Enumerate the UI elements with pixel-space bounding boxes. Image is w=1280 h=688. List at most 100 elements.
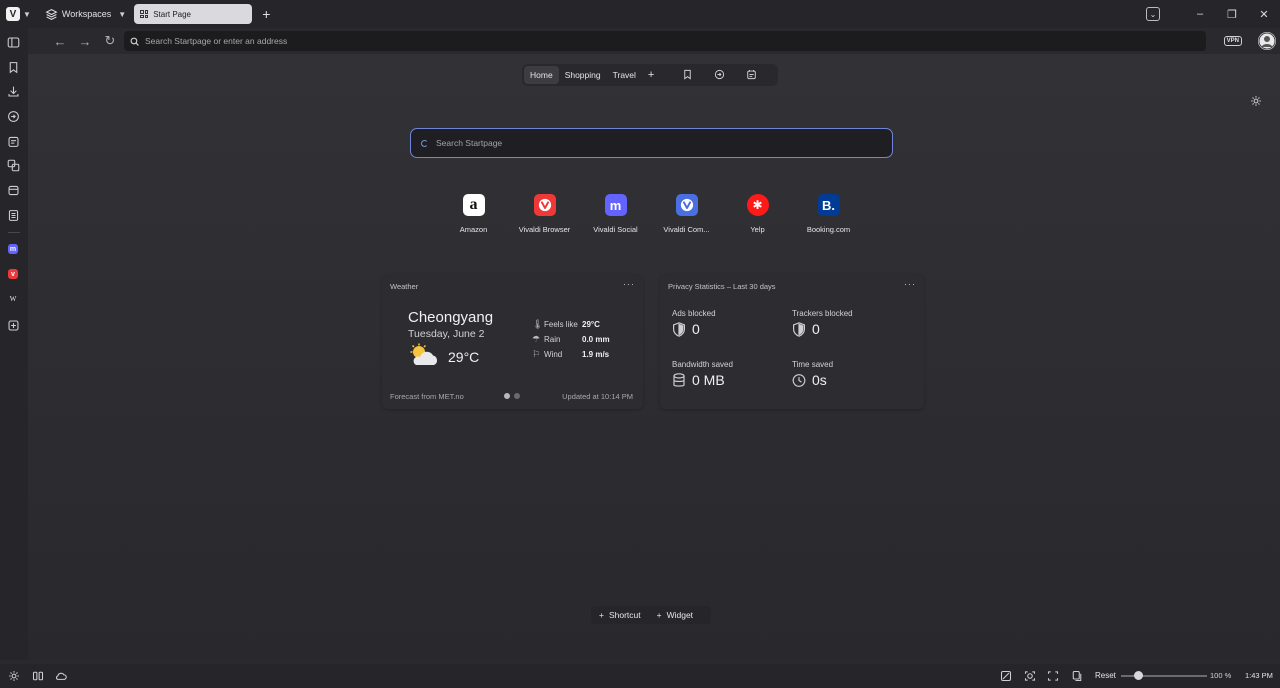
start-page: Home Shopping Travel + Search Startpage … xyxy=(28,54,1280,660)
speed-dial-amazon[interactable]: a Amazon xyxy=(438,194,509,234)
weather-widget: Weather ··· Cheongyang Tuesday, June 2 2… xyxy=(382,275,643,409)
search-icon xyxy=(130,37,139,46)
reading-list-icon[interactable] xyxy=(6,208,20,222)
tiling-icon[interactable] xyxy=(32,670,44,682)
vpn-button[interactable]: VPN xyxy=(1223,36,1242,46)
settings-gear-icon[interactable] xyxy=(8,670,20,682)
history-icon[interactable] xyxy=(6,109,20,123)
restore-button[interactable]: ❐ xyxy=(1216,8,1248,21)
mastodon-icon: m xyxy=(604,194,627,216)
wind-label: Wind xyxy=(544,350,563,359)
widget-menu-button[interactable]: ··· xyxy=(623,279,635,289)
speed-dial-label: Vivaldi Com... xyxy=(663,225,710,234)
window-panel-icon[interactable] xyxy=(6,183,20,197)
page-actions-icon[interactable] xyxy=(1047,670,1059,682)
clock: 1:43 PM xyxy=(1245,671,1273,680)
yelp-icon: ✱ xyxy=(746,194,769,216)
trackers-blocked-value: 0 xyxy=(812,321,820,337)
booking-icon: B. xyxy=(817,194,840,216)
startpage-search-input[interactable]: Search Startpage xyxy=(410,128,893,158)
mastodon-icon[interactable]: m xyxy=(8,244,18,254)
chevron-down-icon[interactable]: ▼ xyxy=(23,10,31,19)
vivaldi-menu-button[interactable]: V xyxy=(6,7,20,21)
reload-button[interactable]: ↻ xyxy=(98,33,122,49)
history-icon[interactable] xyxy=(714,69,726,81)
bookmarks-icon[interactable] xyxy=(682,69,694,81)
zoom-reset-button[interactable]: Reset xyxy=(1095,671,1116,680)
add-group-button[interactable]: + xyxy=(648,69,654,81)
close-button[interactable]: ✕ xyxy=(1248,8,1280,21)
plus-icon: + xyxy=(656,610,662,620)
forecast-source: Forecast from MET.no xyxy=(390,392,464,401)
time-saved-value: 0s xyxy=(812,372,827,388)
shield-icon xyxy=(793,321,805,337)
speed-dial-label: Vivaldi Browser xyxy=(518,225,571,234)
bottom-actions: + Shortcut + Widget xyxy=(591,606,711,624)
forward-button[interactable]: → xyxy=(73,34,97,49)
bookmarks-icon[interactable] xyxy=(6,60,20,74)
vivaldi-icon[interactable]: v xyxy=(8,269,18,279)
rain-label: Rain xyxy=(544,335,561,344)
speed-dial-booking[interactable]: B. Booking.com xyxy=(793,194,864,234)
ads-blocked-stat: Ads blocked 0 xyxy=(672,309,716,337)
vivaldi-icon xyxy=(533,194,556,216)
new-tab-button[interactable]: + xyxy=(262,6,270,22)
profile-avatar[interactable] xyxy=(1258,32,1276,50)
amazon-icon: a xyxy=(462,194,485,216)
settings-gear-icon[interactable] xyxy=(1250,95,1262,110)
vivaldi-icon xyxy=(675,194,698,216)
speed-dial-vivaldi-browser[interactable]: Vivaldi Browser xyxy=(509,194,580,234)
zoom-level: 100 % xyxy=(1210,671,1232,680)
trackers-blocked-label: Trackers blocked xyxy=(792,309,853,318)
chevron-down-icon: ▼ xyxy=(118,9,127,19)
workspaces-button[interactable]: Workspaces ▼ xyxy=(45,8,126,21)
address-field[interactable]: Search Startpage or enter an address xyxy=(124,31,1206,51)
weather-temperature: 29°C xyxy=(448,349,480,365)
speed-dial: a Amazon Vivaldi Browser m Vivaldi Socia… xyxy=(438,194,864,234)
page-tiling-icon[interactable] xyxy=(1071,670,1083,682)
tab-travel[interactable]: Travel xyxy=(607,66,642,84)
calendar-icon[interactable] xyxy=(746,69,758,81)
translate-icon[interactable] xyxy=(6,158,20,172)
bandwidth-saved-stat: Bandwidth saved 0 MB xyxy=(672,360,733,388)
tab-start-page[interactable]: Start Page xyxy=(134,4,253,24)
speed-dial-label: Booking.com xyxy=(806,225,851,234)
tab-shopping[interactable]: Shopping xyxy=(559,66,607,84)
privacy-statistics-widget: Privacy Statistics – Last 30 days ··· Ad… xyxy=(660,275,924,409)
ads-blocked-label: Ads blocked xyxy=(672,309,716,318)
panel-toggle-icon[interactable] xyxy=(6,35,20,49)
tab-home[interactable]: Home xyxy=(524,66,559,84)
capture-icon[interactable] xyxy=(1024,670,1036,682)
address-placeholder: Search Startpage or enter an address xyxy=(145,36,288,46)
zoom-slider-knob[interactable] xyxy=(1133,671,1143,680)
speed-dial-yelp[interactable]: ✱ Yelp xyxy=(722,194,793,234)
tab-title: Start Page xyxy=(153,9,192,19)
speed-dial-vivaldi-community[interactable]: Vivaldi Com... xyxy=(651,194,722,234)
weather-pager[interactable] xyxy=(504,393,520,399)
wikipedia-icon[interactable]: W xyxy=(8,294,18,304)
notes-icon[interactable] xyxy=(6,134,20,148)
time-saved-label: Time saved xyxy=(792,360,834,369)
bandwidth-saved-value: 0 MB xyxy=(692,372,725,388)
back-button[interactable]: ← xyxy=(48,34,72,49)
shield-icon xyxy=(673,321,685,337)
feels-like-row: 🌡︎ Feels like 29°C xyxy=(532,317,610,332)
minimize-button[interactable]: – xyxy=(1184,8,1216,20)
tab-menu-button[interactable]: ⌄ xyxy=(1146,7,1160,21)
rain-row: ☂︎ Rain 0.0 mm xyxy=(532,332,610,347)
zoom-slider[interactable] xyxy=(1121,671,1207,680)
add-shortcut-button[interactable]: + Shortcut xyxy=(591,610,649,620)
feels-like-value: 29°C xyxy=(582,320,600,329)
image-toggle-icon[interactable] xyxy=(1000,670,1012,682)
speed-dial-label: Yelp xyxy=(750,225,765,234)
weather-date: Tuesday, June 2 xyxy=(408,328,485,340)
add-web-panel-icon[interactable] xyxy=(6,318,20,332)
add-widget-button[interactable]: + Widget xyxy=(649,610,701,620)
search-placeholder: Search Startpage xyxy=(436,138,503,148)
widget-menu-button[interactable]: ··· xyxy=(904,279,916,289)
shortcut-label: Shortcut xyxy=(608,610,641,620)
cloud-sync-icon[interactable] xyxy=(55,670,67,682)
downloads-icon[interactable] xyxy=(6,84,20,98)
flag-icon: ⚐ xyxy=(532,349,541,359)
speed-dial-vivaldi-social[interactable]: m Vivaldi Social xyxy=(580,194,651,234)
